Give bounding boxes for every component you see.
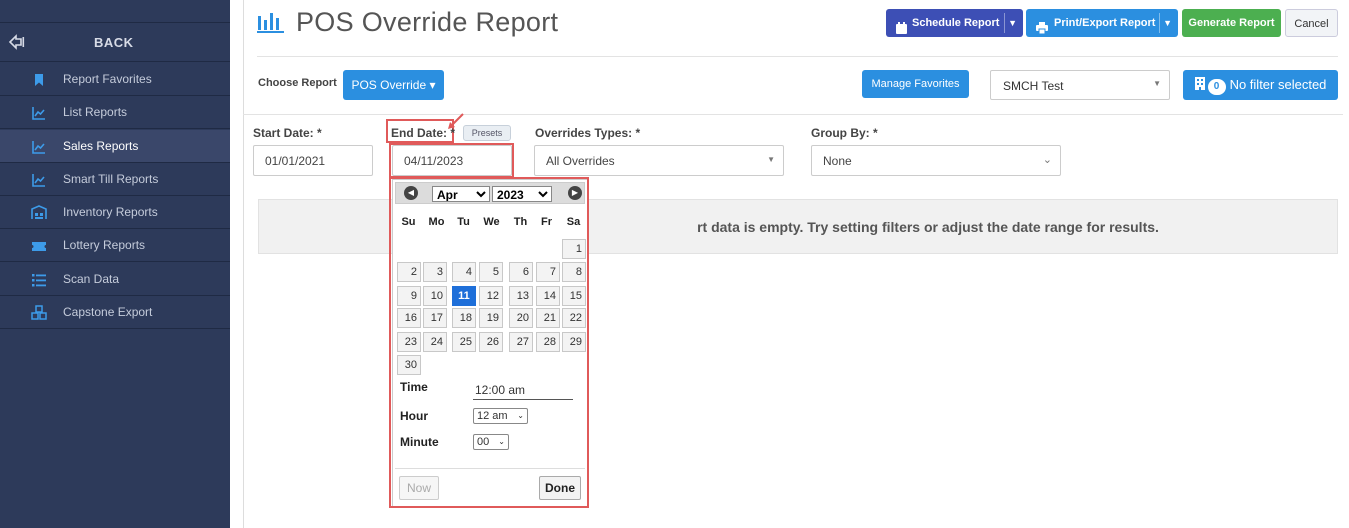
caret-down-icon: ▼ <box>767 155 775 164</box>
store-select[interactable]: SMCH Test ▼ <box>990 70 1170 100</box>
choose-report-label: Choose Report <box>258 77 337 89</box>
caret-down-icon[interactable]: ▼ <box>1163 9 1172 37</box>
chart-line-icon <box>31 105 47 121</box>
divider <box>257 56 1338 57</box>
start-date-input[interactable]: 01/01/2021 <box>253 145 373 176</box>
start-date-value: 01/01/2021 <box>265 154 326 168</box>
sidebar-item-label: Lottery Reports <box>63 238 146 252</box>
sidebar-item-sales-reports[interactable]: Sales Reports <box>0 130 230 163</box>
ticket-icon <box>31 238 47 254</box>
sidebar-item-label: Report Favorites <box>63 72 152 86</box>
printer-icon <box>1036 17 1048 45</box>
annotation-arrow-icon <box>448 113 464 129</box>
sidebar-item-lottery-reports[interactable]: Lottery Reports <box>0 229 230 262</box>
highlight-box <box>389 143 514 178</box>
filter-label: No filter selected <box>1229 77 1327 92</box>
back-button[interactable]: BACK <box>0 22 230 62</box>
sidebar-top <box>0 0 230 22</box>
overrides-types-value: All Overrides <box>546 154 615 168</box>
sidebar-item-label: Inventory Reports <box>63 205 158 219</box>
filter-button[interactable]: 0 No filter selected <box>1183 70 1338 100</box>
schedule-report-button[interactable]: Schedule Report ▼ <box>886 9 1023 37</box>
sidebar-item-smart-till-reports[interactable]: Smart Till Reports <box>0 163 230 196</box>
store-select-value: SMCH Test <box>1003 79 1064 93</box>
divider <box>243 114 1343 115</box>
group-by-value: None <box>823 154 852 168</box>
bar-chart-icon <box>257 10 285 34</box>
sidebar-item-label: Scan Data <box>63 272 120 286</box>
caret-down-icon[interactable]: ▼ <box>1008 9 1017 37</box>
arrow-left-icon <box>8 33 26 51</box>
cubes-icon <box>31 305 47 321</box>
building-icon <box>1194 71 1205 101</box>
sidebar-item-inventory-reports[interactable]: Inventory Reports <box>0 196 230 229</box>
print-export-label: Print/Export Report <box>1054 17 1156 29</box>
sidebar-item-scan-data[interactable]: Scan Data <box>0 263 230 296</box>
manage-favorites-button[interactable]: Manage Favorites <box>862 70 969 98</box>
split-divider <box>1004 13 1005 33</box>
report-select-button[interactable]: POS Override ▾ <box>343 70 444 100</box>
sidebar: BACK Report Favorites List Reports Sales… <box>0 0 230 528</box>
presets-button[interactable]: Presets <box>463 125 511 141</box>
calendar-icon <box>896 17 907 45</box>
sidebar-item-capstone-export[interactable]: Capstone Export <box>0 296 230 329</box>
schedule-report-label: Schedule Report <box>912 17 1000 29</box>
sidebar-item-label: Capstone Export <box>63 305 153 319</box>
chart-line-icon <box>31 172 47 188</box>
overrides-types-select[interactable]: All Overrides ▼ <box>534 145 784 176</box>
sidebar-item-list-reports[interactable]: List Reports <box>0 96 230 129</box>
highlight-box <box>389 177 589 508</box>
overrides-types-label: Overrides Types: * <box>535 126 641 140</box>
warehouse-icon <box>31 205 47 221</box>
chart-line-icon <box>31 139 47 155</box>
page-title: POS Override Report <box>296 7 559 37</box>
list-icon <box>31 272 47 288</box>
group-by-label: Group By: * <box>811 126 878 140</box>
back-label: BACK <box>94 35 134 50</box>
filter-count-badge: 0 <box>1207 79 1226 95</box>
start-date-label: Start Date: * <box>253 126 322 140</box>
caret-down-icon: ▼ <box>1153 79 1161 88</box>
sidebar-item-label: List Reports <box>63 105 128 119</box>
cancel-button[interactable]: Cancel <box>1285 9 1338 37</box>
chevron-down-icon: ⌄ <box>1042 154 1052 166</box>
sidebar-item-label: Smart Till Reports <box>63 172 159 186</box>
print-export-button[interactable]: Print/Export Report ▼ <box>1026 9 1178 37</box>
sidebar-item-label: Sales Reports <box>63 139 139 153</box>
split-divider <box>1159 13 1160 33</box>
generate-report-button[interactable]: Generate Report <box>1182 9 1281 37</box>
group-by-select[interactable]: None ⌄ <box>811 145 1061 176</box>
bookmark-icon <box>31 72 47 88</box>
sidebar-item-report-favorites[interactable]: Report Favorites <box>0 63 230 96</box>
